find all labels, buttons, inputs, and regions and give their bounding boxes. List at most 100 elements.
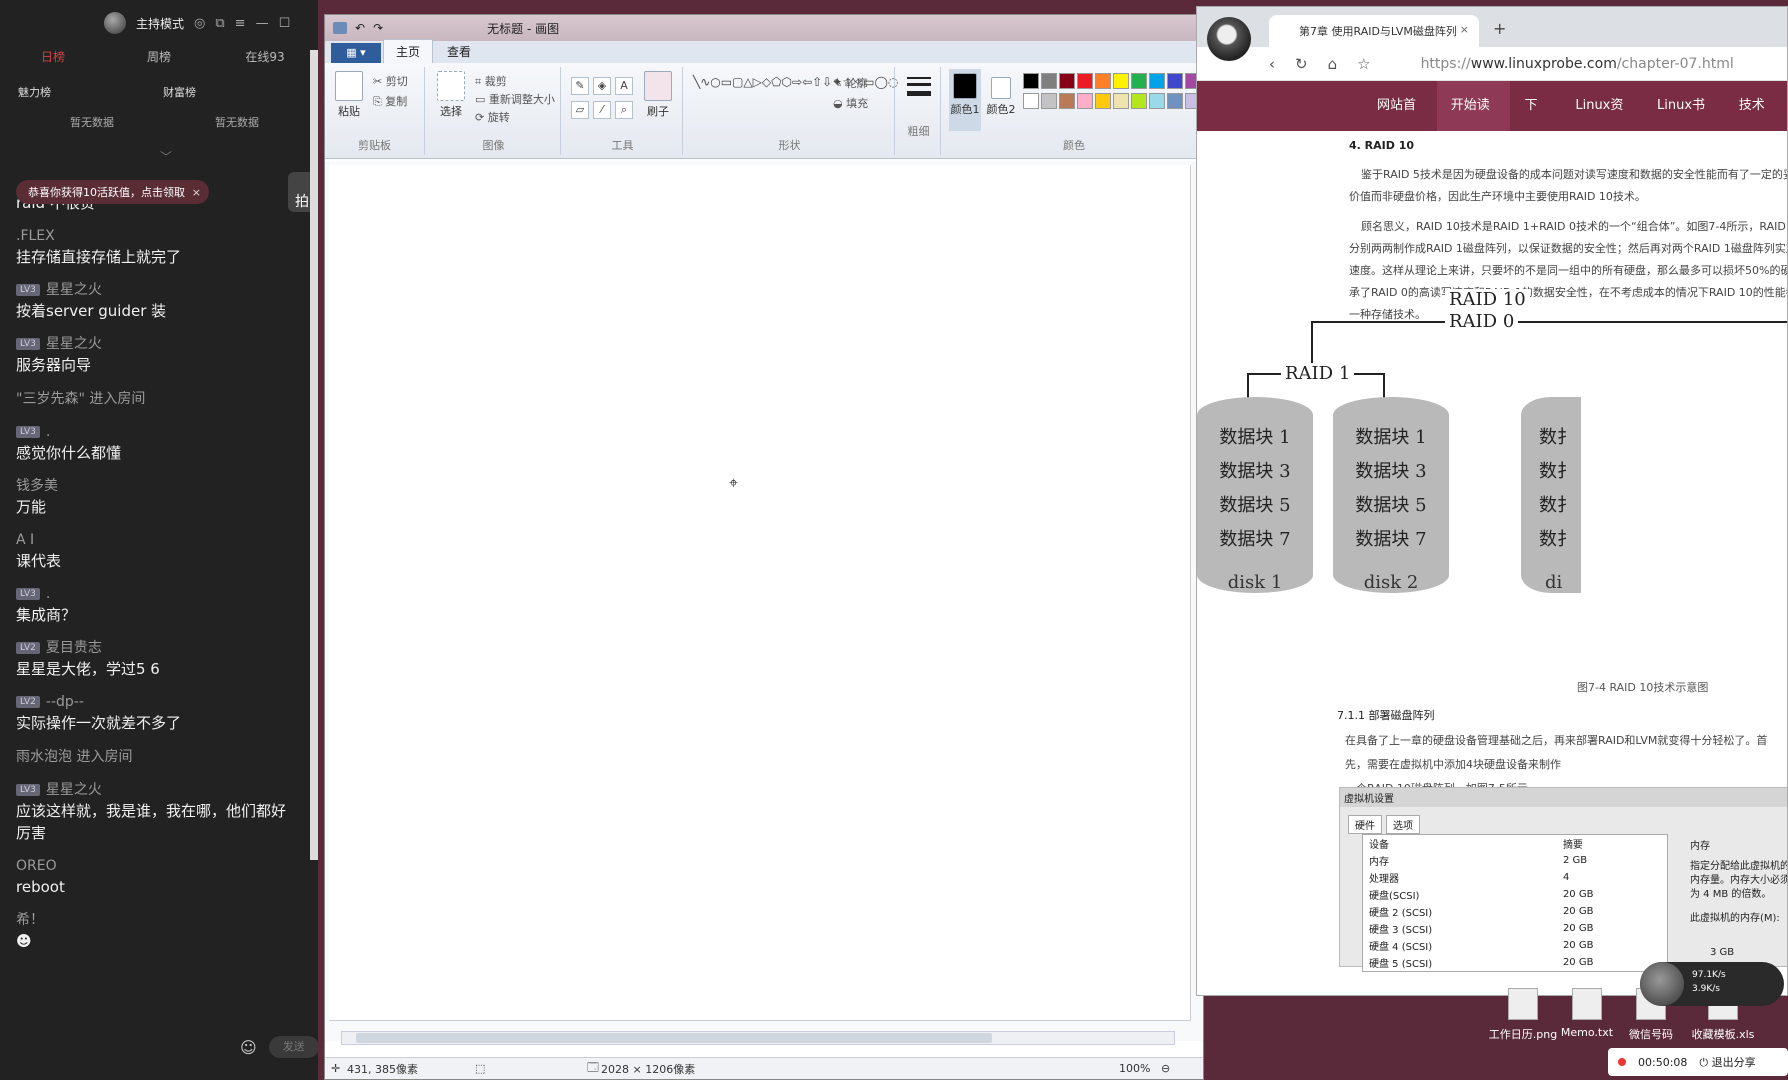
browser-tab[interactable]: 第7章 使用RAID与LVM磁盘阵列 × (1269, 15, 1479, 47)
bookmark-star-icon[interactable]: ☆ (1357, 55, 1370, 73)
color-swatch[interactable] (1149, 73, 1165, 89)
canvas-area: ⌖ (325, 161, 1203, 1041)
brush-label: 刷子 (647, 105, 669, 118)
menu-icon[interactable]: ≡ (235, 16, 246, 31)
tab-online-count[interactable]: 在线93 (212, 48, 318, 70)
message-author[interactable]: 星星之火 (46, 280, 102, 300)
message-author[interactable]: 星星之火 (46, 780, 102, 800)
select-button[interactable]: 选择 (431, 71, 471, 119)
paste-button[interactable]: 粘贴 (331, 71, 367, 119)
nav-linux-news[interactable]: Linux资讯 (1561, 81, 1643, 163)
quick-access-save-icon[interactable] (333, 22, 347, 34)
paragraph-line: 一种存储技术。 (1349, 308, 1426, 321)
message-author[interactable]: .FLEX (16, 226, 300, 246)
maximize-icon[interactable]: ☐ (279, 16, 291, 31)
crop-button[interactable]: ⌗ 裁剪 (475, 73, 507, 89)
message-author[interactable]: . (46, 584, 50, 604)
url-field[interactable]: https://www.linuxprobe.com/chapter-07.ht… (1421, 56, 1734, 72)
share-icon[interactable]: ⧉ (215, 16, 224, 31)
color-swatch[interactable] (1023, 73, 1039, 89)
color-swatch[interactable] (1113, 73, 1129, 89)
color-swatch[interactable] (1167, 73, 1183, 89)
color-swatch[interactable] (1131, 93, 1147, 109)
reload-icon[interactable]: ↻ (1295, 55, 1308, 73)
emoji-icon[interactable]: ☺ (240, 1038, 257, 1057)
cursor-position-icon: ✛ (331, 1062, 341, 1075)
message-author[interactable]: 希！ (16, 910, 300, 930)
nav-start-reading[interactable]: 开始读书 (1436, 81, 1511, 163)
reward-notice[interactable]: 恭喜你获得10活跃值，点击领取 × (16, 180, 209, 204)
close-icon[interactable]: × (192, 186, 201, 199)
redo-icon[interactable]: ↷ (373, 21, 383, 35)
fill-button[interactable]: ◒ 填充 (833, 95, 868, 111)
back-icon[interactable]: ‹ (1269, 55, 1275, 73)
color1-button[interactable]: 颜色1 (949, 69, 981, 131)
minimize-icon[interactable]: — (256, 16, 269, 31)
host-avatar[interactable] (104, 12, 126, 34)
desktop-icon-label: Memo.txt (1560, 1026, 1614, 1039)
tab-home[interactable]: 主页 (383, 39, 434, 63)
color-swatch[interactable] (1023, 93, 1039, 109)
color-swatch[interactable] (1041, 93, 1057, 109)
color-swatch[interactable] (1059, 93, 1075, 109)
pencil-icon[interactable]: ✎ (571, 77, 589, 95)
resize-button[interactable]: ▭ 重新调整大小 (475, 91, 555, 107)
desktop-icon[interactable]: Memo.txt (1552, 988, 1622, 1039)
tab-weekly-rank[interactable]: 周榜 (106, 48, 212, 70)
color-swatch[interactable] (1077, 93, 1093, 109)
message-text: 挂存储直接存储上就完了 (16, 248, 182, 266)
text-tool-icon[interactable]: A (615, 77, 633, 95)
file-menu-button[interactable]: ▦ ▾ (331, 43, 381, 63)
close-tab-icon[interactable]: × (1460, 23, 1469, 36)
nav-download[interactable]: 下载 (1510, 81, 1561, 163)
message-author[interactable]: OREO (16, 856, 300, 876)
outline-button[interactable]: ✎ 轮廓 (833, 75, 868, 91)
tab-daily-rank[interactable]: 日榜 (0, 48, 106, 70)
color-swatch[interactable] (1149, 93, 1165, 109)
stop-share-button[interactable]: ⏻ 退出分享 (1699, 1054, 1755, 1070)
message-author[interactable]: 夏目贵志 (46, 638, 102, 658)
scrollbar[interactable] (310, 50, 318, 860)
color-swatch[interactable] (1113, 93, 1129, 109)
tab-view[interactable]: 查看 (435, 40, 483, 63)
color-swatch[interactable] (1095, 73, 1111, 89)
fill-bucket-icon[interactable]: ◈ (593, 77, 611, 95)
eraser-icon[interactable]: ▱ (571, 101, 589, 119)
send-button[interactable]: 发送 (268, 1036, 318, 1058)
color-swatch[interactable] (1041, 73, 1057, 89)
magnifier-icon[interactable]: ⌕ (615, 101, 633, 119)
nav-home[interactable]: 网站首页 (1363, 81, 1437, 163)
color-swatch[interactable] (1131, 73, 1147, 89)
paragraph-line: 鉴于RAID 5技术是因为硬盘设备的成本问题对读写速度和数据的安全性能而有了一定… (1361, 168, 1787, 181)
color-swatch[interactable] (1077, 73, 1093, 89)
color2-button[interactable]: 颜色2 (985, 69, 1017, 117)
message-author[interactable]: 钱多美 (16, 476, 300, 496)
drawing-canvas[interactable]: ⌖ (329, 165, 1191, 1021)
color-swatch[interactable] (1095, 93, 1111, 109)
profile-avatar[interactable] (1207, 17, 1251, 61)
message-author[interactable]: --dp-- (46, 692, 84, 712)
scrollbar-thumb[interactable] (356, 1033, 992, 1043)
settings-icon[interactable]: ◎ (194, 16, 205, 31)
zoom-out-icon[interactable]: ⊖ (1161, 1062, 1170, 1075)
message-author[interactable]: A I (16, 530, 300, 550)
network-speed-widget[interactable]: 97.1K/s 3.9K/s (1640, 962, 1784, 1006)
cut-button[interactable]: ✂ 剪切 (373, 73, 408, 89)
nav-tech[interactable]: 技术干 (1725, 81, 1787, 163)
undo-icon[interactable]: ↶ (355, 21, 365, 35)
copy-button[interactable]: ⎘ 复制 (373, 93, 407, 109)
chevron-down-icon[interactable]: ﹀ (160, 148, 172, 165)
message-author[interactable]: . (46, 422, 50, 442)
nav-linux-books[interactable]: Linux书籍 (1643, 81, 1725, 163)
color-swatch[interactable] (1059, 73, 1075, 89)
brush-button[interactable]: 刷子 (641, 71, 675, 119)
size-group[interactable]: 粗细 (897, 67, 941, 155)
horizontal-scrollbar[interactable] (341, 1031, 1175, 1045)
color-swatch[interactable] (1167, 93, 1183, 109)
color-picker-icon[interactable]: ⁄ (593, 101, 611, 119)
message-author[interactable]: 星星之火 (46, 334, 102, 354)
new-tab-icon[interactable]: + (1493, 19, 1506, 38)
home-icon[interactable]: ⌂ (1328, 55, 1338, 73)
rotate-button[interactable]: ⟳ 旋转 (475, 109, 510, 125)
desktop-icon[interactable]: 工作日历.png (1488, 988, 1558, 1042)
